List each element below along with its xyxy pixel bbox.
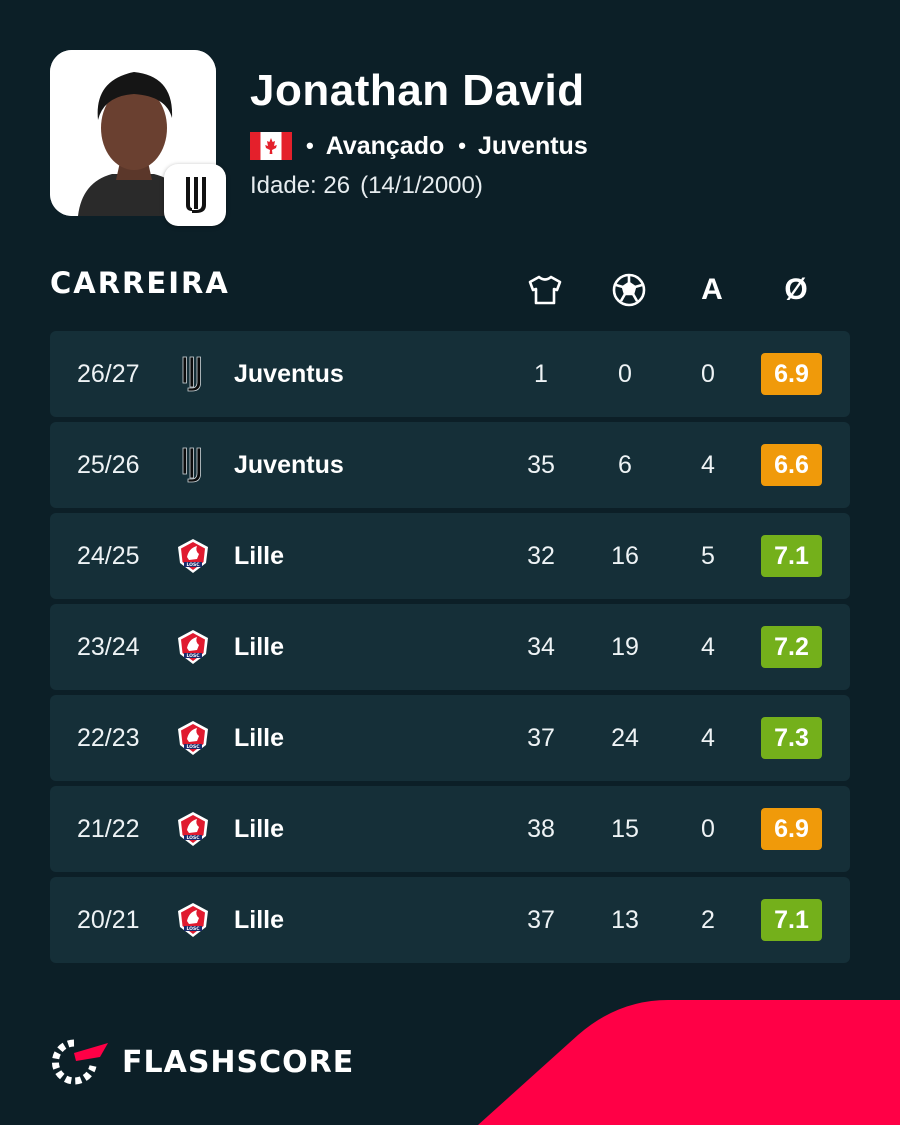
career-row: 26/27 Juventus 1 0 0 6.9 [50, 331, 850, 417]
assists-header: A [701, 273, 723, 306]
separator-dot: • [458, 133, 466, 158]
assists-value: 0 [701, 360, 715, 388]
career-row: 22/23 LOSC Lille 37 24 4 7.3 [50, 695, 850, 781]
team-name: Lille [234, 633, 285, 661]
goals-value: 0 [618, 360, 632, 388]
career-row: 25/26 Juventus 35 6 4 6.6 [50, 422, 850, 508]
player-meta: • Avançado • Juventus [250, 130, 588, 162]
age-label: Idade: 26 [250, 172, 351, 199]
career-row: 23/24 LOSC Lille 34 19 4 7.2 [50, 604, 850, 690]
team-name: Lille [234, 724, 285, 752]
lille-crest-icon: LOSC [175, 537, 211, 575]
section-title: CARREIRA [50, 266, 230, 300]
goals-ball-icon [607, 270, 651, 310]
lille-crest-icon: LOSC [175, 628, 211, 666]
flashscore-logo-icon [51, 1039, 108, 1085]
logo-text: FLASHSCORE [122, 1044, 355, 1080]
season: 22/23 [77, 724, 140, 752]
flashscore-logo: FLASHSCORE [50, 1038, 354, 1086]
rating-badge: 6.9 [761, 808, 822, 850]
appearances-value: 37 [527, 724, 555, 752]
team-name: Juventus [234, 360, 344, 388]
juventus-crest-icon [175, 355, 211, 393]
player-age: Idade: 26 (14/1/2000) [250, 172, 483, 200]
assists-value: 4 [701, 724, 715, 752]
goals-value: 19 [611, 633, 639, 661]
player-name: Jonathan David [250, 66, 585, 115]
goals-value: 16 [611, 542, 639, 570]
assists-value: 4 [701, 451, 715, 479]
career-row: 20/21 LOSC Lille 37 13 2 7.1 [50, 877, 850, 963]
assists-value: 2 [701, 906, 715, 934]
canada-flag-icon [250, 132, 292, 160]
goals-value: 13 [611, 906, 639, 934]
team-name: Lille [234, 815, 285, 843]
appearances-value: 34 [527, 633, 555, 661]
season: 25/26 [77, 451, 140, 479]
appearances-value: 35 [527, 451, 555, 479]
rating-badge: 7.1 [761, 535, 822, 577]
career-table: 26/27 Juventus 1 0 0 6.9 25/26 Juventus 35 6 4 6.6 2… [50, 331, 850, 968]
team-name: Juventus [234, 451, 344, 479]
season: 21/22 [77, 815, 140, 843]
team-name: Lille [234, 542, 285, 570]
juventus-badge-icon [164, 164, 226, 226]
career-row: 24/25 LOSC Lille 32 16 5 7.1 [50, 513, 850, 599]
svg-text:LOSC: LOSC [186, 562, 200, 568]
rating-badge: 7.2 [761, 626, 822, 668]
goals-value: 15 [611, 815, 639, 843]
lille-crest-icon: LOSC [175, 901, 211, 939]
svg-text:LOSC: LOSC [186, 835, 200, 841]
assists-value: 5 [701, 542, 715, 570]
birth-date: (14/1/2000) [360, 172, 483, 199]
appearances-value: 38 [527, 815, 555, 843]
assists-value: 4 [701, 633, 715, 661]
separator-dot: • [306, 133, 314, 158]
season: 26/27 [77, 360, 140, 388]
career-row: 21/22 LOSC Lille 38 15 0 6.9 [50, 786, 850, 872]
appearances-value: 37 [527, 906, 555, 934]
lille-crest-icon: LOSC [175, 719, 211, 757]
rating-badge: 6.6 [761, 444, 822, 486]
season: 20/21 [77, 906, 140, 934]
goals-value: 6 [618, 451, 632, 479]
juventus-crest-icon [175, 446, 211, 484]
rating-badge: 6.9 [761, 353, 822, 395]
season: 23/24 [77, 633, 140, 661]
goals-value: 24 [611, 724, 639, 752]
appearances-value: 1 [534, 360, 548, 388]
player-position: Avançado [325, 131, 445, 160]
lille-crest-icon: LOSC [175, 810, 211, 848]
assists-value: 0 [701, 815, 715, 843]
appearances-shirt-icon [523, 270, 567, 310]
team-name: Lille [234, 906, 285, 934]
season: 24/25 [77, 542, 140, 570]
svg-text:LOSC: LOSC [186, 653, 200, 659]
svg-text:LOSC: LOSC [186, 744, 200, 750]
average-header: Ø [784, 273, 808, 306]
rating-badge: 7.1 [761, 899, 822, 941]
rating-badge: 7.3 [761, 717, 822, 759]
svg-text:LOSC: LOSC [186, 926, 200, 932]
appearances-value: 32 [527, 542, 555, 570]
player-club: Juventus [477, 131, 588, 160]
